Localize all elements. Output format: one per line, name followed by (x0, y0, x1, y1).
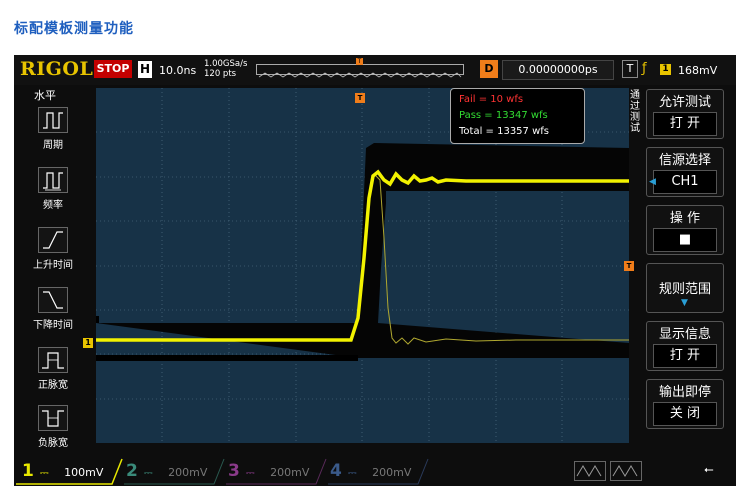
operate-button[interactable]: 操 作 ■ (646, 205, 724, 255)
run-stop-status[interactable]: STOP (94, 60, 132, 78)
page-title: 标配模板测量功能 (14, 21, 134, 37)
measure-period-button[interactable]: 周期 (36, 107, 70, 151)
reference-waveform (375, 175, 629, 345)
positive-width-icon (38, 347, 68, 373)
channel-1-scale: 100mV (64, 466, 104, 479)
stop-on-fail-value: 关 闭 (653, 402, 717, 426)
measure-frequency-button[interactable]: 频率 (36, 167, 70, 211)
mask-region (96, 143, 629, 358)
source-select-value: CH1 (653, 170, 717, 194)
measure-positive-width-button[interactable]: 正脉宽 (36, 347, 70, 391)
measure-rise-time-button[interactable]: 上升时间 (33, 227, 73, 271)
submenu-arrow-icon: ▼ (681, 298, 688, 308)
channel-3-number: 3 (228, 461, 240, 481)
channel-4-number: 4 (330, 461, 342, 481)
channel-4-scale: 200mV (372, 466, 412, 479)
show-info-title: 显示信息 (658, 327, 711, 342)
trigger-source-badge: 1 (660, 64, 671, 75)
delay-label: D (480, 60, 498, 78)
measure-rise-time-label: 上升时间 (33, 260, 73, 271)
show-info-button[interactable]: 显示信息 打 开 (646, 321, 724, 371)
channel-2-scale: 200mV (168, 466, 208, 479)
channel-3-tab[interactable]: 3 ⎓ 200mV (228, 459, 309, 483)
trigger-level-marker[interactable]: T (624, 261, 634, 271)
mask-range-title: 规则范围 (658, 282, 711, 297)
timebase-value[interactable]: 10.0ns (159, 64, 196, 77)
enable-test-button[interactable]: 允许测试 打 开 (646, 89, 724, 139)
channel-1-tab[interactable]: 1 ⎓ 100mV (22, 459, 103, 483)
fall-time-icon (38, 287, 68, 313)
waveform-display[interactable]: T T 1 Fail = 10 wfs Pass = 13347 wfs Tot… (83, 88, 634, 443)
source-select-title: 信源选择 (658, 153, 711, 168)
sample-rate: 1.00GSa/s (204, 59, 248, 69)
stop-on-fail-title: 输出即停 (658, 385, 711, 400)
channel-2-tab[interactable]: 2 ⎓ 200mV (126, 459, 207, 483)
horizontal-label: H (138, 61, 152, 78)
trigger-label: T (622, 60, 638, 78)
period-icon (38, 107, 68, 133)
channel-bar: 1 ⎓ 100mV 2 ⎓ 200mV 3 ⎓ 200mV 4 ⎓ 200mV ⭠ (14, 457, 736, 486)
memory-overview-waveform (258, 72, 462, 78)
rise-time-icon (38, 227, 68, 253)
frequency-icon (38, 167, 68, 193)
dc-coupling-icon: ⎓ (245, 466, 255, 479)
channel-4-tab[interactable]: 4 ⎓ 200mV (330, 459, 411, 483)
measure-category-title: 水平 (34, 89, 56, 102)
pass-fail-stats-box: Fail = 10 wfs Pass = 13347 wfs Total = 1… (450, 88, 585, 144)
delay-value[interactable]: 0.00000000ps (502, 60, 614, 80)
memory-overview-bar (256, 64, 464, 78)
acquisition-info: 1.00GSa/s 120 pts (204, 59, 247, 79)
measure-fall-time-button[interactable]: 下降时间 (33, 287, 73, 331)
channel-2-number: 2 (126, 461, 138, 481)
rising-edge-icon: ƒ (642, 61, 647, 76)
dc-coupling-icon: ⎓ (39, 466, 49, 479)
measure-negative-width-button[interactable]: 负脉宽 (36, 405, 70, 449)
overview-trigger-marker: T (356, 58, 363, 65)
rigol-logo: RIGOL (20, 58, 94, 80)
dc-coupling-icon: ⎓ (347, 466, 357, 479)
pass-count: Pass = 13347 wfs (459, 110, 548, 121)
mask-range-button[interactable]: 规则范围 ▼ (646, 263, 724, 313)
stop-on-fail-button[interactable]: 输出即停 关 闭 (646, 379, 724, 429)
trigger-level-value[interactable]: 168mV (678, 64, 717, 77)
dc-coupling-icon: ⎓ (143, 466, 153, 479)
channel-1-number: 1 (22, 461, 34, 481)
show-info-value: 打 开 (653, 344, 717, 368)
measure-positive-width-label: 正脉宽 (38, 380, 68, 391)
measure-frequency-label: 频率 (43, 200, 63, 211)
menu-title: 通过测试 (630, 90, 640, 134)
ch1-offset-marker[interactable]: 1 (83, 338, 93, 348)
reference-waveform-icon[interactable] (610, 461, 642, 481)
measure-sidebar: 水平 周期 频率 上升时间 下降时间 正脉宽 负脉宽 (14, 87, 92, 457)
measure-fall-time-label: 下降时间 (33, 320, 73, 331)
operate-title: 操 作 (669, 211, 701, 226)
total-count: Total = 13357 wfs (459, 126, 549, 137)
top-status-bar: RIGOL STOP H 10.0ns 1.00GSa/s 120 pts T … (14, 55, 736, 85)
measure-period-label: 周期 (43, 140, 63, 151)
source-select-button[interactable]: 信源选择 CH1 ◀ (646, 147, 724, 197)
channel-3-scale: 200mV (270, 466, 310, 479)
oscilloscope-screen: RIGOL STOP H 10.0ns 1.00GSa/s 120 pts T … (14, 55, 736, 486)
enable-test-value: 打 开 (653, 112, 717, 136)
memory-depth: 120 pts (204, 69, 237, 79)
trigger-position-marker[interactable]: T (355, 93, 365, 103)
left-arrow-icon: ◀ (649, 177, 656, 187)
negative-width-icon (38, 405, 68, 431)
measure-negative-width-label: 负脉宽 (38, 438, 68, 449)
enable-test-title: 允许测试 (658, 95, 711, 110)
math-waveform-icon[interactable] (574, 461, 606, 481)
fail-count: Fail = 10 wfs (459, 94, 524, 105)
usb-icon: ⭠ (704, 462, 714, 476)
operate-stop-icon: ■ (653, 228, 717, 252)
